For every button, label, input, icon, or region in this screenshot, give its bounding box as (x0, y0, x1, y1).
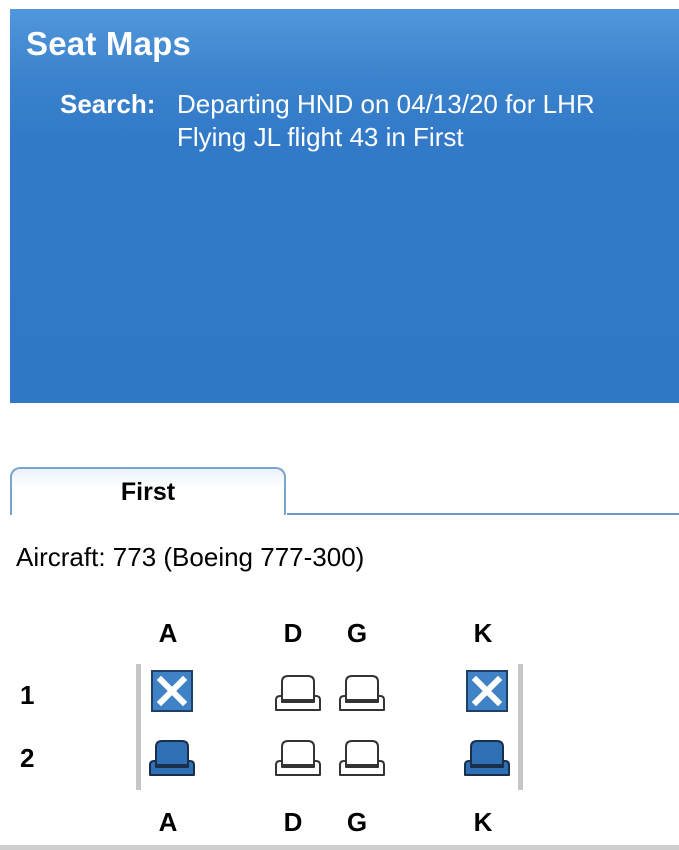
seat-1g[interactable] (336, 670, 388, 714)
page-bottom-divider (0, 845, 679, 850)
column-header-d: D (283, 618, 303, 648)
seat-2g[interactable] (336, 735, 388, 779)
x-icon (151, 670, 193, 712)
column-footer-k: K (473, 807, 493, 837)
fuselage-wall-right (518, 664, 523, 790)
seat-1k (461, 670, 513, 714)
aircraft-info: Aircraft: 773 (Boeing 777-300) (16, 542, 365, 572)
seat-1a (146, 670, 198, 714)
seat-icon (464, 740, 510, 776)
seat-icon (275, 675, 321, 711)
seat-icon (275, 740, 321, 776)
tab-first[interactable]: First (10, 467, 286, 515)
tab-bar-divider (287, 513, 679, 515)
column-footer-d: D (283, 807, 303, 837)
header-banner: Seat Maps Search: Departing HND on 04/13… (10, 9, 679, 403)
row-label-2: 2 (20, 743, 35, 773)
column-header-a: A (158, 618, 178, 648)
seat-2d[interactable] (272, 735, 324, 779)
column-header-g: G (346, 618, 368, 648)
seat-2a (146, 735, 198, 779)
column-header-k: K (473, 618, 493, 648)
seat-icon (339, 740, 385, 776)
seat-icon (149, 740, 195, 776)
x-icon (466, 670, 508, 712)
seat-1d[interactable] (272, 670, 324, 714)
seat-icon (339, 675, 385, 711)
fuselage-wall-left (136, 664, 141, 790)
column-footer-g: G (346, 807, 368, 837)
search-summary-route: Departing HND on 04/13/20 for LHR (177, 89, 595, 119)
page-title: Seat Maps (26, 25, 192, 62)
tab-first-label: First (120, 478, 176, 506)
search-label: Search: (60, 89, 156, 119)
column-footer-a: A (158, 807, 178, 837)
seat-2k (461, 735, 513, 779)
row-label-1: 1 (20, 680, 35, 710)
search-summary-flight: Flying JL flight 43 in First (177, 122, 464, 152)
